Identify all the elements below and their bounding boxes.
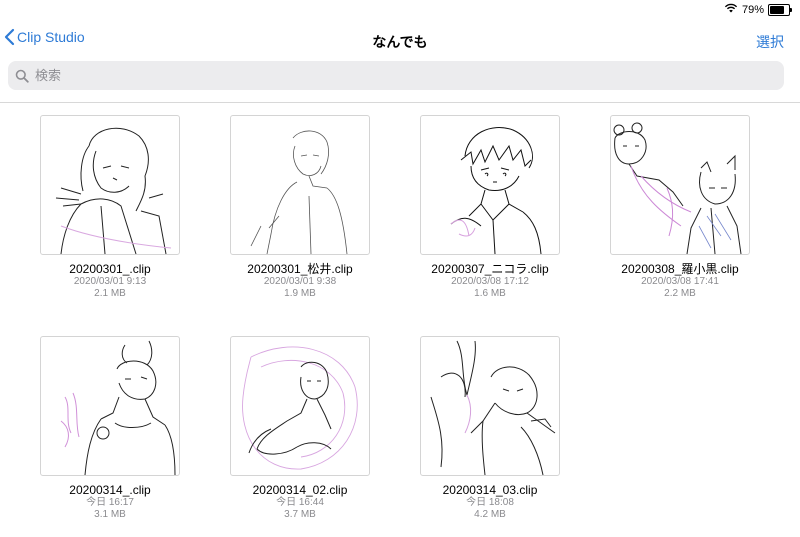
file-date: 2020/03/08 17:12 [451,276,529,287]
file-size: 4.2 MB [474,509,506,520]
file-size: 3.7 MB [284,509,316,520]
file-thumbnail [610,115,750,255]
file-date: 今日 18:08 [466,497,514,508]
file-name: 20200307_ニコラ.clip [431,262,549,276]
file-size: 2.2 MB [664,288,696,299]
file-thumbnail [40,336,180,476]
file-thumbnail [420,115,560,255]
divider [0,102,800,103]
file-thumbnail [420,336,560,476]
file-item[interactable]: 20200301_.clip 2020/03/01 9:13 2.1 MB [15,115,205,300]
status-indicators: 79% [724,3,792,16]
wifi-icon [724,3,738,16]
file-item[interactable]: 20200308_羅小黒.clip 2020/03/08 17:41 2.2 M… [585,115,775,300]
battery-percent: 79% [741,3,764,16]
file-date: 今日 16:44 [276,497,324,508]
file-thumbnail [40,115,180,255]
search-input[interactable] [33,67,737,84]
search-icon [15,69,29,83]
file-size: 1.6 MB [474,288,506,299]
file-item[interactable]: 20200307_ニコラ.clip 2020/03/08 17:12 1.6 M… [395,115,585,300]
file-thumbnail [230,336,370,476]
file-item[interactable]: 20200301_松井.clip 2020/03/01 9:38 1.9 MB [205,115,395,300]
file-size: 1.9 MB [284,288,316,299]
navigation-bar: Clip Studio なんでも 選択 [0,28,800,54]
file-date: 2020/03/01 9:38 [263,276,337,287]
file-size: 3.1 MB [94,509,126,520]
file-name: 20200308_羅小黒.clip [621,262,739,276]
page-title: なんでも [372,34,428,50]
file-date: 今日 16:17 [86,497,134,508]
status-bar: 79% [0,0,800,20]
file-date: 2020/03/01 9:13 [73,276,147,287]
battery-level-fill [770,5,785,14]
file-item[interactable]: 20200314_02.clip 今日 16:44 3.7 MB [205,336,395,521]
file-item[interactable]: 20200314_.clip 今日 16:17 3.1 MB [15,336,205,521]
file-item[interactable]: 20200314_03.clip 今日 18:08 4.2 MB [395,336,585,521]
back-button-label: Clip Studio [17,29,85,45]
file-size: 2.1 MB [94,288,126,299]
file-name: 20200301_.clip [69,262,151,276]
battery-icon [768,3,792,16]
file-name: 20200314_03.clip [442,483,538,497]
file-name: 20200301_松井.clip [247,262,353,276]
file-thumbnail [230,115,370,255]
back-button[interactable]: Clip Studio [4,28,85,46]
file-name: 20200314_.clip [69,483,151,497]
file-date: 2020/03/08 17:41 [641,276,719,287]
select-button[interactable]: 選択 [756,32,784,52]
file-name: 20200314_02.clip [252,483,348,497]
search-bar[interactable] [8,61,784,90]
chevron-left-icon [4,28,15,46]
